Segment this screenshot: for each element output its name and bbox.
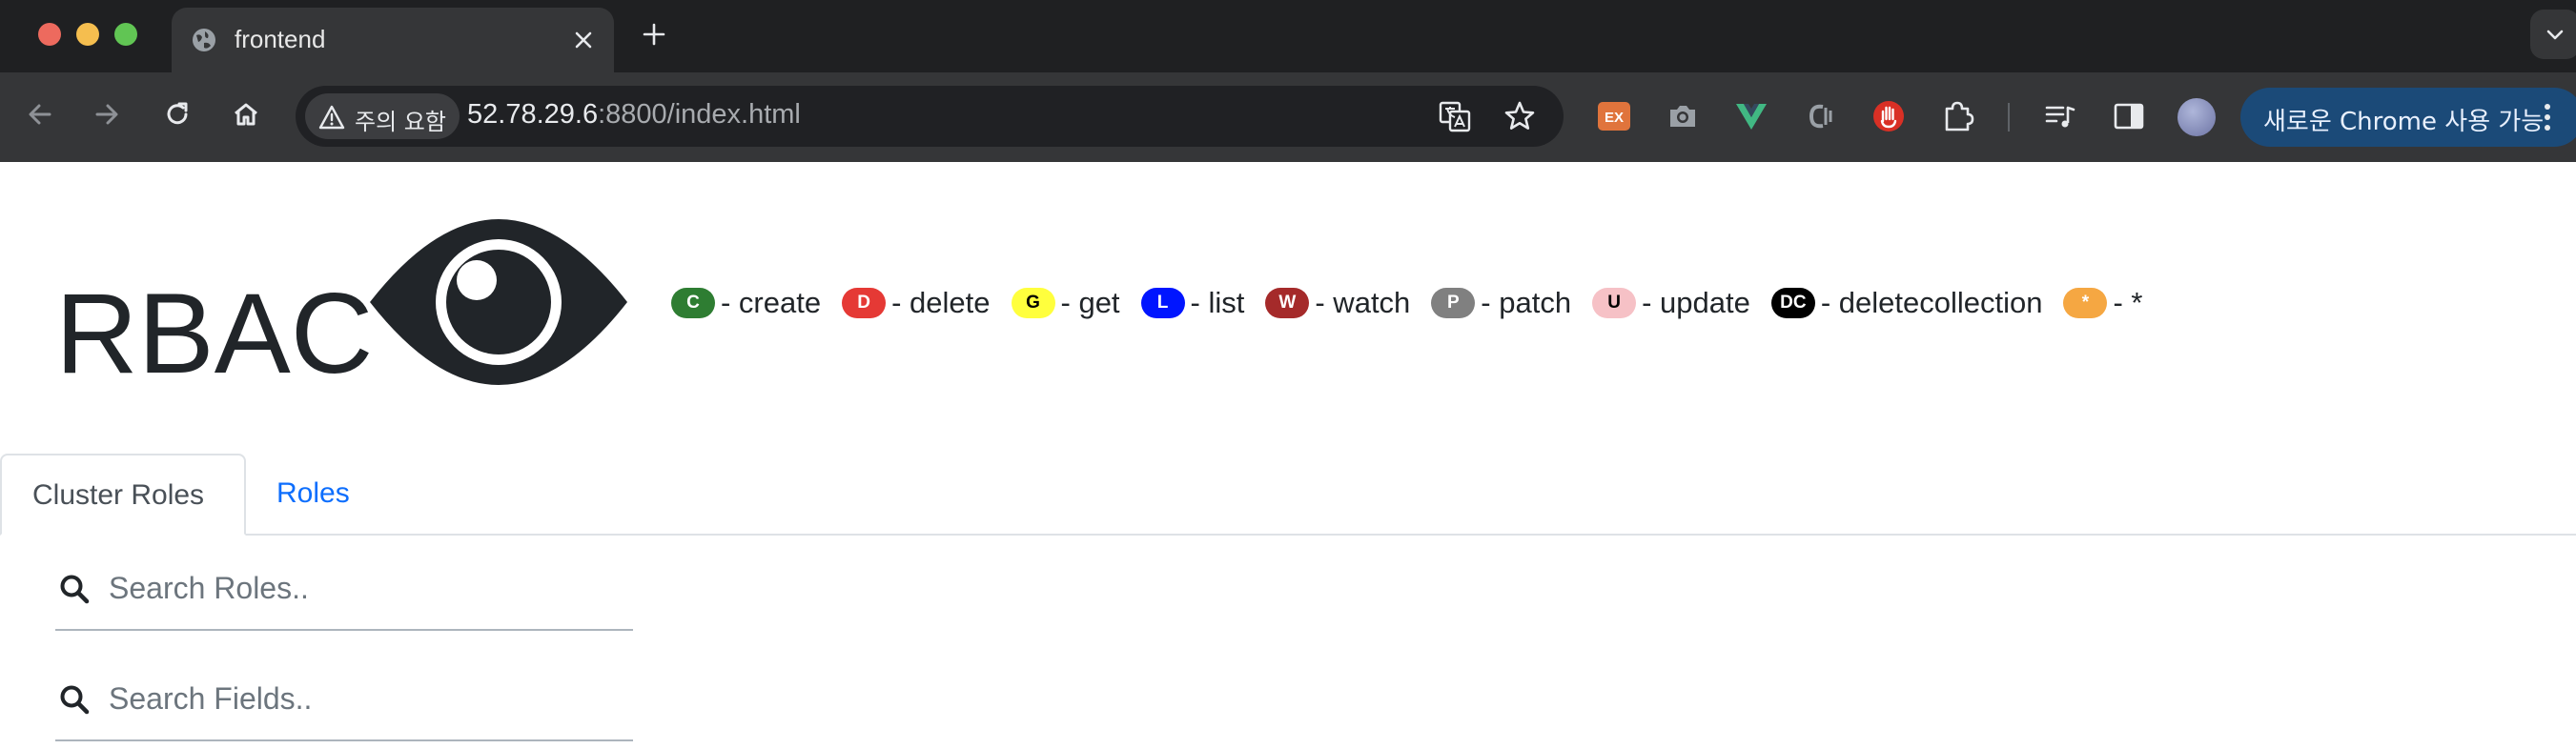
window-close-button[interactable]	[38, 23, 61, 46]
permission-legend: C- create D - delete G - get L - list W - watch P…	[671, 286, 2163, 334]
legend-item: P- patch	[1431, 286, 1571, 320]
home-icon[interactable]	[227, 95, 265, 133]
side-panel-icon[interactable]	[2111, 98, 2147, 134]
search-fields-field	[55, 659, 633, 741]
close-icon[interactable]	[570, 27, 597, 53]
ex-extension-icon[interactable]: EX	[1596, 98, 1632, 134]
verb-label: - list	[1190, 286, 1245, 319]
ex-extension-label: EX	[1605, 110, 1624, 126]
verb-badge: W	[1265, 288, 1310, 318]
toolbar-separator	[2008, 103, 2010, 132]
tab-roles[interactable]: Roles	[246, 454, 380, 534]
legend-item: G- get	[1011, 286, 1120, 320]
page-content: RBAC C- create D - delete G - get L - list W - w…	[0, 162, 2576, 749]
url-path: :8800/index.html	[598, 99, 801, 130]
search-icon	[60, 685, 90, 715]
translate-icon[interactable]	[1438, 99, 1472, 133]
verb-label: - get	[1060, 286, 1120, 319]
address-bar[interactable]: 주의 요함 52.78.29.6:8800/index.html	[296, 86, 1564, 147]
legend-item: C- create	[671, 286, 821, 320]
window-zoom-button[interactable]	[114, 23, 137, 46]
verb-badge: *	[2063, 288, 2108, 318]
warning-triangle-icon	[318, 105, 345, 130]
verb-label: - *	[2113, 286, 2143, 319]
verb-label: - delete	[891, 286, 991, 319]
forward-arrow-icon[interactable]	[88, 95, 126, 133]
verb-badge: C	[671, 288, 715, 318]
kebab-menu-icon[interactable]	[2542, 101, 2553, 133]
role-tabs: Cluster Roles Roles	[0, 454, 2576, 536]
verb-badge: DC	[1770, 288, 1815, 318]
page-title: RBAC	[55, 270, 374, 397]
search-fields-input[interactable]	[109, 677, 624, 720]
browser-toolbar: 주의 요함 52.78.29.6:8800/index.html EX 새로운 …	[0, 72, 2576, 162]
reload-icon[interactable]	[158, 95, 196, 133]
verb-label: - update	[1642, 286, 1750, 319]
search-roles-input[interactable]	[109, 566, 624, 610]
security-label: 주의 요함	[355, 109, 446, 135]
back-arrow-icon[interactable]	[21, 95, 59, 133]
code-extension-icon[interactable]	[1802, 98, 1838, 134]
legend-item: L- list	[1140, 286, 1245, 320]
legend-item: DC - deletecollection	[1770, 286, 2043, 320]
stop-hand-icon[interactable]	[1871, 98, 1907, 134]
browser-tab[interactable]: frontend	[172, 8, 614, 72]
verb-label: - watch	[1315, 286, 1411, 319]
search-roles-field	[55, 549, 633, 631]
tab-title: frontend	[235, 25, 326, 53]
browser-tabstrip: frontend	[0, 0, 2576, 72]
verb-label: - deletecollection	[1820, 286, 2043, 319]
tab-cluster-roles[interactable]: Cluster Roles	[0, 454, 246, 536]
legend-item: D- delete	[842, 286, 991, 320]
verb-label: - patch	[1481, 286, 1572, 319]
url-text[interactable]: 52.78.29.6:8800/index.html	[467, 99, 801, 131]
window-minimize-button[interactable]	[76, 23, 99, 46]
tab-search-button[interactable]	[2530, 10, 2576, 59]
verb-badge: G	[1011, 288, 1055, 318]
eye-icon	[370, 219, 627, 385]
bookmark-star-icon[interactable]	[1503, 99, 1537, 133]
profile-avatar[interactable]	[2177, 98, 2216, 136]
media-queue-icon[interactable]	[2042, 98, 2078, 134]
legend-item: * - *	[2063, 286, 2142, 320]
verb-badge: D	[842, 288, 887, 318]
legend-item: U- update	[1592, 286, 1750, 320]
camera-extension-icon[interactable]	[1665, 98, 1701, 134]
site-security-chip[interactable]: 주의 요함	[305, 93, 460, 139]
verb-badge: P	[1431, 288, 1476, 318]
globe-icon	[193, 29, 215, 51]
verb-label: - create	[721, 286, 822, 319]
verb-badge: U	[1592, 288, 1637, 318]
url-host: 52.78.29.6	[467, 99, 599, 130]
update-label: 새로운 Chrome 사용 가능	[2263, 108, 2545, 136]
legend-item: W- watch	[1265, 286, 1410, 320]
chrome-update-button[interactable]: 새로운 Chrome 사용 가능	[2240, 88, 2576, 147]
chevron-down-icon	[2546, 30, 2564, 40]
verb-badge: L	[1140, 288, 1185, 318]
search-icon	[60, 575, 90, 604]
puzzle-extensions-icon[interactable]	[1939, 98, 1975, 134]
new-tab-icon[interactable]	[641, 21, 667, 48]
vue-devtools-icon[interactable]	[1733, 98, 1769, 134]
